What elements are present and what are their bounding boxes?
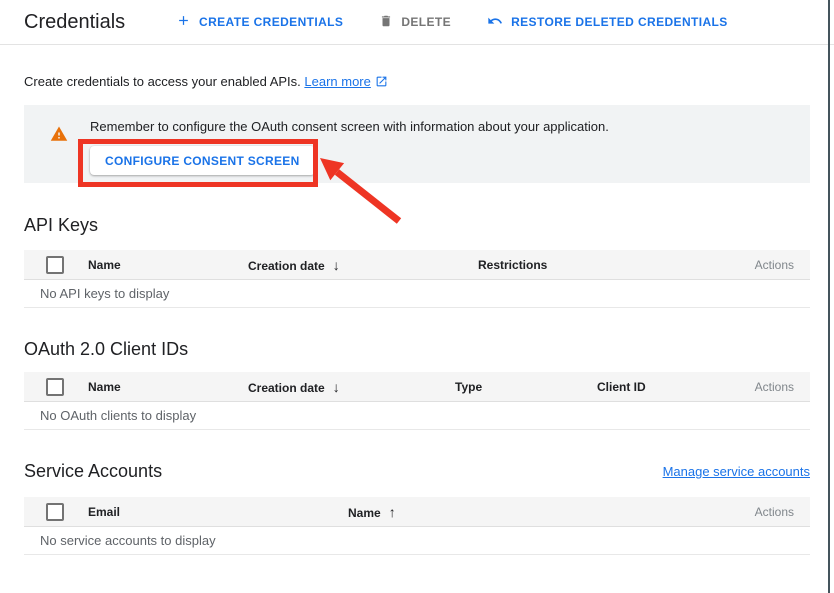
column-creation-date[interactable]: Creation date ↓ [232, 379, 439, 395]
sort-descending-icon[interactable]: ↓ [333, 257, 340, 273]
column-restrictions: Restrictions [462, 258, 714, 272]
trash-icon [379, 14, 393, 31]
restore-deleted-credentials-button[interactable]: RESTORE DELETED CREDENTIALS [487, 13, 728, 32]
oauth-clients-table-header: Name Creation date ↓ Type Client ID Actio… [24, 372, 810, 402]
undo-icon [487, 13, 503, 32]
create-credentials-label: CREATE CREDENTIALS [199, 15, 343, 29]
sort-ascending-icon[interactable]: ↑ [389, 504, 396, 520]
delete-button[interactable]: DELETE [379, 14, 451, 31]
intro-text: Create credentials to access your enable… [24, 74, 388, 89]
credentials-page: Credentials CREATE CREDENTIALS DELETE RE… [0, 0, 834, 593]
column-actions: Actions [714, 258, 810, 272]
page-title: Credentials [24, 11, 176, 34]
oauth-clients-heading: OAuth 2.0 Client IDs [24, 338, 188, 360]
header-checkbox-cell [24, 503, 72, 521]
column-client-id: Client ID [581, 380, 714, 394]
column-email: Email [72, 505, 332, 519]
column-creation-date[interactable]: Creation date ↓ [232, 257, 462, 273]
service-accounts-heading: Service Accounts [24, 460, 162, 482]
intro-sentence: Create credentials to access your enable… [24, 74, 301, 89]
banner-message: Remember to configure the OAuth consent … [90, 119, 609, 134]
api-keys-empty-row: No API keys to display [24, 280, 810, 308]
restore-label: RESTORE DELETED CREDENTIALS [511, 15, 728, 29]
api-keys-table: Name Creation date ↓ Restrictions Actions… [24, 250, 810, 308]
api-keys-table-header: Name Creation date ↓ Restrictions Actions [24, 250, 810, 280]
plus-icon [176, 13, 191, 31]
oauth-consent-warning-banner: Remember to configure the OAuth consent … [24, 105, 810, 183]
learn-more-link[interactable]: Learn more [304, 74, 370, 89]
oauth-clients-table: Name Creation date ↓ Type Client ID Actio… [24, 372, 810, 430]
create-credentials-button[interactable]: CREATE CREDENTIALS [176, 13, 343, 31]
header-checkbox-cell [24, 256, 72, 274]
api-keys-heading: API Keys [24, 214, 98, 236]
delete-label: DELETE [401, 15, 451, 29]
column-type: Type [439, 380, 581, 394]
column-actions: Actions [714, 380, 810, 394]
column-name: Name [72, 380, 232, 394]
creation-date-label: Creation date [248, 259, 325, 273]
service-accounts-empty-row: No service accounts to display [24, 527, 810, 555]
external-link-icon [371, 74, 388, 89]
select-all-checkbox[interactable] [46, 503, 64, 521]
column-actions: Actions [714, 505, 810, 519]
configure-consent-screen-button[interactable]: CONFIGURE CONSENT SCREEN [90, 146, 315, 175]
warning-icon [50, 125, 68, 148]
service-accounts-table-header: Email Name ↑ Actions [24, 497, 810, 527]
creation-date-label: Creation date [248, 381, 325, 395]
sort-descending-icon[interactable]: ↓ [333, 379, 340, 395]
oauth-clients-empty-row: No OAuth clients to display [24, 402, 810, 430]
header-checkbox-cell [24, 378, 72, 396]
service-accounts-table: Email Name ↑ Actions No service accounts … [24, 497, 810, 555]
page-header: Credentials CREATE CREDENTIALS DELETE RE… [0, 0, 834, 45]
name-label: Name [348, 506, 381, 520]
select-all-checkbox[interactable] [46, 256, 64, 274]
window-edge-line [828, 0, 830, 593]
manage-service-accounts-link[interactable]: Manage service accounts [663, 464, 810, 479]
column-name: Name [72, 258, 232, 272]
select-all-checkbox[interactable] [46, 378, 64, 396]
column-name[interactable]: Name ↑ [332, 504, 714, 520]
